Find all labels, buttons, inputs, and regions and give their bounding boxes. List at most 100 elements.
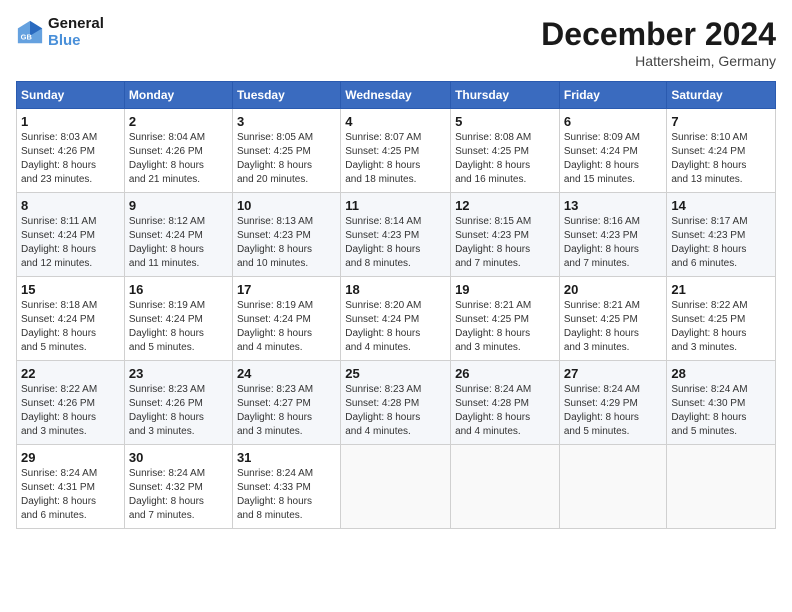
- day-info: Sunrise: 8:04 AM Sunset: 4:26 PM Dayligh…: [129, 131, 228, 187]
- day-number: 3: [237, 114, 336, 129]
- day-number: 22: [21, 366, 120, 381]
- day-number: 10: [237, 198, 336, 213]
- calendar-cell: 27 Sunrise: 8:24 AM Sunset: 4:29 PM Dayli…: [559, 361, 667, 445]
- day-number: 14: [671, 198, 771, 213]
- day-info: Sunrise: 8:14 AM Sunset: 4:23 PM Dayligh…: [345, 215, 446, 271]
- day-info: Sunrise: 8:13 AM Sunset: 4:23 PM Dayligh…: [237, 215, 336, 271]
- calendar-cell: 16 Sunrise: 8:19 AM Sunset: 4:24 PM Dayli…: [124, 277, 232, 361]
- month-title: December 2024: [541, 16, 776, 53]
- day-header-thursday: Thursday: [451, 82, 560, 109]
- day-number: 8: [21, 198, 120, 213]
- day-info: Sunrise: 8:16 AM Sunset: 4:23 PM Dayligh…: [564, 215, 663, 271]
- calendar-cell: 3Sunrise: 8:05 AM Sunset: 4:25 PM Daylig…: [232, 109, 340, 193]
- day-number: 21: [671, 282, 771, 297]
- calendar-cell: 30 Sunrise: 8:24 AM Sunset: 4:32 PM Dayli…: [124, 445, 232, 529]
- day-info: Sunrise: 8:12 AM Sunset: 4:24 PM Dayligh…: [129, 215, 228, 271]
- day-info: Sunrise: 8:20 AM Sunset: 4:24 PM Dayligh…: [345, 299, 446, 355]
- calendar-cell: 5Sunrise: 8:08 AM Sunset: 4:25 PM Daylig…: [451, 109, 560, 193]
- calendar-cell: 26 Sunrise: 8:24 AM Sunset: 4:28 PM Dayli…: [451, 361, 560, 445]
- day-number: 28: [671, 366, 771, 381]
- day-number: 6: [564, 114, 663, 129]
- calendar-week-row: 22 Sunrise: 8:22 AM Sunset: 4:26 PM Dayli…: [17, 361, 776, 445]
- day-info: Sunrise: 8:19 AM Sunset: 4:24 PM Dayligh…: [129, 299, 228, 355]
- day-info: Sunrise: 8:09 AM Sunset: 4:24 PM Dayligh…: [564, 131, 663, 187]
- calendar-cell: 29 Sunrise: 8:24 AM Sunset: 4:31 PM Dayli…: [17, 445, 125, 529]
- day-number: 1: [21, 114, 120, 129]
- logo: GB General Blue: [16, 16, 104, 49]
- calendar-week-row: 15Sunrise: 8:18 AM Sunset: 4:24 PM Dayli…: [17, 277, 776, 361]
- location: Hattersheim, Germany: [541, 53, 776, 69]
- day-number: 2: [129, 114, 228, 129]
- day-info: Sunrise: 8:24 AM Sunset: 4:31 PM Dayligh…: [21, 467, 120, 523]
- day-info: Sunrise: 8:07 AM Sunset: 4:25 PM Dayligh…: [345, 131, 446, 187]
- calendar-cell: 11 Sunrise: 8:14 AM Sunset: 4:23 PM Dayli…: [341, 193, 451, 277]
- day-info: Sunrise: 8:24 AM Sunset: 4:29 PM Dayligh…: [564, 383, 663, 439]
- calendar-week-row: 1 Sunrise: 8:03 AM Sunset: 4:26 PM Daylig…: [17, 109, 776, 193]
- day-number: 20: [564, 282, 663, 297]
- calendar-cell: 9 Sunrise: 8:12 AM Sunset: 4:24 PM Daylig…: [124, 193, 232, 277]
- day-info: Sunrise: 8:23 AM Sunset: 4:27 PM Dayligh…: [237, 383, 336, 439]
- day-number: 31: [237, 450, 336, 465]
- day-header-monday: Monday: [124, 82, 232, 109]
- day-info: Sunrise: 8:24 AM Sunset: 4:28 PM Dayligh…: [455, 383, 555, 439]
- day-header-sunday: Sunday: [17, 82, 125, 109]
- calendar-cell: 21Sunrise: 8:22 AM Sunset: 4:25 PM Dayli…: [667, 277, 776, 361]
- day-number: 29: [21, 450, 120, 465]
- calendar-cell: 19Sunrise: 8:21 AM Sunset: 4:25 PM Dayli…: [451, 277, 560, 361]
- calendar-cell: 7 Sunrise: 8:10 AM Sunset: 4:24 PM Daylig…: [667, 109, 776, 193]
- day-info: Sunrise: 8:03 AM Sunset: 4:26 PM Dayligh…: [21, 131, 120, 187]
- day-info: Sunrise: 8:24 AM Sunset: 4:30 PM Dayligh…: [671, 383, 771, 439]
- day-number: 12: [455, 198, 555, 213]
- day-number: 25: [345, 366, 446, 381]
- day-info: Sunrise: 8:24 AM Sunset: 4:33 PM Dayligh…: [237, 467, 336, 523]
- day-header-saturday: Saturday: [667, 82, 776, 109]
- calendar-cell: 10 Sunrise: 8:13 AM Sunset: 4:23 PM Dayli…: [232, 193, 340, 277]
- calendar-cell: 8 Sunrise: 8:11 AM Sunset: 4:24 PM Daylig…: [17, 193, 125, 277]
- day-info: Sunrise: 8:17 AM Sunset: 4:23 PM Dayligh…: [671, 215, 771, 271]
- day-info: Sunrise: 8:22 AM Sunset: 4:26 PM Dayligh…: [21, 383, 120, 439]
- day-number: 26: [455, 366, 555, 381]
- calendar-cell: 1 Sunrise: 8:03 AM Sunset: 4:26 PM Daylig…: [17, 109, 125, 193]
- calendar-cell: 4 Sunrise: 8:07 AM Sunset: 4:25 PM Daylig…: [341, 109, 451, 193]
- calendar-cell: 20Sunrise: 8:21 AM Sunset: 4:25 PM Dayli…: [559, 277, 667, 361]
- logo-icon: GB: [16, 19, 44, 47]
- day-number: 16: [129, 282, 228, 297]
- calendar-cell: 22 Sunrise: 8:22 AM Sunset: 4:26 PM Dayli…: [17, 361, 125, 445]
- calendar-cell: [451, 445, 560, 529]
- calendar-cell: 12Sunrise: 8:15 AM Sunset: 4:23 PM Dayli…: [451, 193, 560, 277]
- title-block: December 2024 Hattersheim, Germany: [541, 16, 776, 69]
- calendar-cell: 15Sunrise: 8:18 AM Sunset: 4:24 PM Dayli…: [17, 277, 125, 361]
- day-header-friday: Friday: [559, 82, 667, 109]
- calendar-cell: 6 Sunrise: 8:09 AM Sunset: 4:24 PM Daylig…: [559, 109, 667, 193]
- day-number: 27: [564, 366, 663, 381]
- day-number: 23: [129, 366, 228, 381]
- day-number: 11: [345, 198, 446, 213]
- day-info: Sunrise: 8:18 AM Sunset: 4:24 PM Dayligh…: [21, 299, 120, 355]
- calendar-cell: 18Sunrise: 8:20 AM Sunset: 4:24 PM Dayli…: [341, 277, 451, 361]
- day-number: 17: [237, 282, 336, 297]
- day-info: Sunrise: 8:21 AM Sunset: 4:25 PM Dayligh…: [455, 299, 555, 355]
- day-number: 30: [129, 450, 228, 465]
- day-header-tuesday: Tuesday: [232, 82, 340, 109]
- page-header: GB General Blue December 2024 Hattershei…: [16, 16, 776, 69]
- calendar-cell: [559, 445, 667, 529]
- day-header-wednesday: Wednesday: [341, 82, 451, 109]
- day-info: Sunrise: 8:11 AM Sunset: 4:24 PM Dayligh…: [21, 215, 120, 271]
- calendar-cell: 23Sunrise: 8:23 AM Sunset: 4:26 PM Dayli…: [124, 361, 232, 445]
- calendar-cell: [667, 445, 776, 529]
- day-info: Sunrise: 8:23 AM Sunset: 4:28 PM Dayligh…: [345, 383, 446, 439]
- logo-text: General Blue: [48, 16, 104, 49]
- calendar-cell: 14 Sunrise: 8:17 AM Sunset: 4:23 PM Dayli…: [667, 193, 776, 277]
- calendar-header-row: SundayMondayTuesdayWednesdayThursdayFrid…: [17, 82, 776, 109]
- day-number: 5: [455, 114, 555, 129]
- day-info: Sunrise: 8:10 AM Sunset: 4:24 PM Dayligh…: [671, 131, 771, 187]
- calendar-week-row: 29 Sunrise: 8:24 AM Sunset: 4:31 PM Dayli…: [17, 445, 776, 529]
- calendar-cell: 24Sunrise: 8:23 AM Sunset: 4:27 PM Dayli…: [232, 361, 340, 445]
- day-number: 13: [564, 198, 663, 213]
- calendar-cell: 13 Sunrise: 8:16 AM Sunset: 4:23 PM Dayli…: [559, 193, 667, 277]
- day-number: 7: [671, 114, 771, 129]
- day-number: 4: [345, 114, 446, 129]
- day-info: Sunrise: 8:24 AM Sunset: 4:32 PM Dayligh…: [129, 467, 228, 523]
- calendar-cell: 28 Sunrise: 8:24 AM Sunset: 4:30 PM Dayli…: [667, 361, 776, 445]
- day-number: 9: [129, 198, 228, 213]
